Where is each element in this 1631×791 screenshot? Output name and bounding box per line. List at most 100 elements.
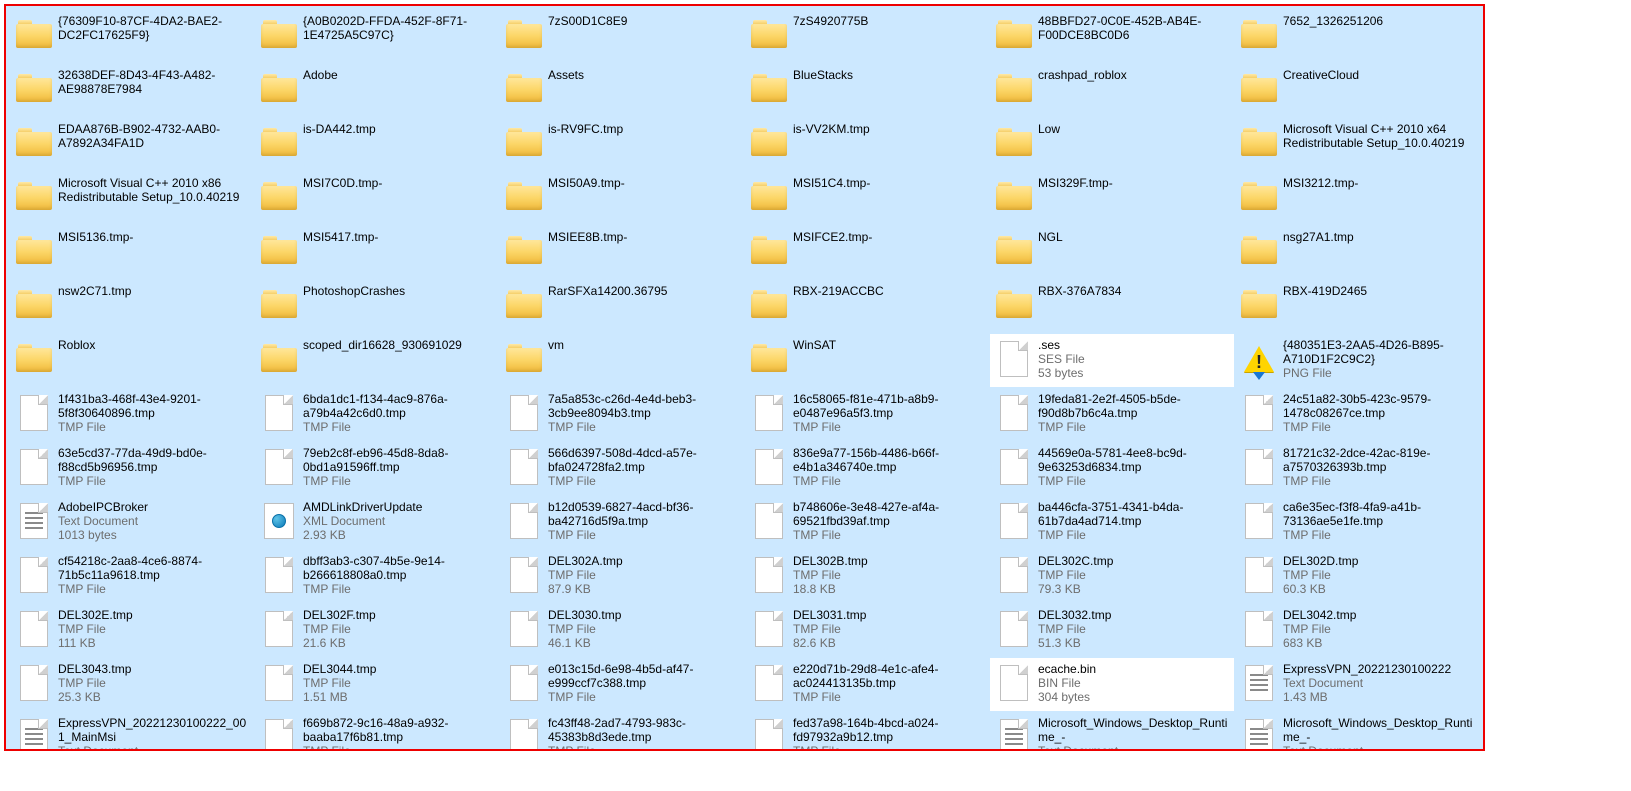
folder-icon xyxy=(506,344,542,374)
file-item[interactable]: 44569e0a-5781-4ee8-bc9d-9e63253d6834.tmp… xyxy=(990,442,1234,495)
file-item[interactable]: AMDLinkDriverUpdateXML Document2.93 KB xyxy=(255,496,499,549)
file-item[interactable]: b12d0539-6827-4acd-bf36-ba42716d5f9a.tmp… xyxy=(500,496,744,549)
file-item[interactable]: ca6e35ec-f3f8-4fa9-a41b-73136ae5e1fe.tmp… xyxy=(1235,496,1479,549)
file-item[interactable]: DEL302D.tmpTMP File60.3 KB xyxy=(1235,550,1479,603)
file-item[interactable]: DEL302B.tmpTMP File18.8 KB xyxy=(745,550,989,603)
item-name: Adobe xyxy=(303,68,495,82)
folder-item[interactable]: Roblox xyxy=(10,334,254,387)
file-item[interactable]: Microsoft_Windows_Desktop_Runtime_-_6.0.… xyxy=(990,712,1234,751)
folder-item[interactable]: EDAA876B-B902-4732-AAB0-A7892A34FA1D xyxy=(10,118,254,171)
folder-item[interactable]: MSI3212.tmp- xyxy=(1235,172,1479,225)
folder-item[interactable]: 48BBFD27-0C0E-452B-AB4E-F00DCE8BC0D6 xyxy=(990,10,1234,63)
file-item[interactable]: ecache.binBIN File304 bytes xyxy=(990,658,1234,711)
folder-item[interactable]: Microsoft Visual C++ 2010 x86 Redistribu… xyxy=(10,172,254,225)
file-item[interactable]: ExpressVPN_20221230100222_001_MainMsiTex… xyxy=(10,712,254,751)
file-item[interactable]: 81721c32-2dce-42ac-819e-a7570326393b.tmp… xyxy=(1235,442,1479,495)
file-item[interactable]: 19feda81-2e2f-4505-b5de-f90d8b7b6c4a.tmp… xyxy=(990,388,1234,441)
folder-item[interactable]: nsw2C71.tmp xyxy=(10,280,254,333)
folder-item[interactable]: MSI5417.tmp- xyxy=(255,226,499,279)
folder-item[interactable]: NGL xyxy=(990,226,1234,279)
folder-item[interactable]: MSI51C4.tmp- xyxy=(745,172,989,225)
file-item[interactable]: ExpressVPN_20221230100222Text Document1.… xyxy=(1235,658,1479,711)
folder-item[interactable]: nsg27A1.tmp xyxy=(1235,226,1479,279)
file-item[interactable]: DEL3042.tmpTMP File683 KB xyxy=(1235,604,1479,657)
file-item[interactable]: 63e5cd37-77da-49d9-bd0e-f88cd5b96956.tmp… xyxy=(10,442,254,495)
folder-item[interactable]: WinSAT xyxy=(745,334,989,387)
folder-item[interactable]: MSI50A9.tmp- xyxy=(500,172,744,225)
folder-item[interactable]: crashpad_roblox xyxy=(990,64,1234,117)
file-item[interactable]: 566d6397-508d-4dcd-a57e-bfa024728fa2.tmp… xyxy=(500,442,744,495)
file-item[interactable]: DEL3031.tmpTMP File82.6 KB xyxy=(745,604,989,657)
file-item[interactable]: AdobeIPCBrokerText Document1013 bytes xyxy=(10,496,254,549)
file-item[interactable]: cf54218c-2aa8-4ce6-8874-71b5c11a9618.tmp… xyxy=(10,550,254,603)
file-item[interactable]: !{480351E3-2AA5-4D26-B895-A710D1F2C9C2}P… xyxy=(1235,334,1479,387)
file-item[interactable]: ba446cfa-3751-4341-b4da-61b7da4ad714.tmp… xyxy=(990,496,1234,549)
file-icon xyxy=(265,719,293,751)
item-name: 19feda81-2e2f-4505-b5de-f90d8b7b6c4a.tmp xyxy=(1038,392,1230,420)
folder-item[interactable]: CreativeCloud xyxy=(1235,64,1479,117)
folder-item[interactable]: Low xyxy=(990,118,1234,171)
item-name: RBX-419D2465 xyxy=(1283,284,1475,298)
folder-item[interactable]: Assets xyxy=(500,64,744,117)
folder-item[interactable]: MSI329F.tmp- xyxy=(990,172,1234,225)
file-icon xyxy=(510,449,538,485)
item-type: TMP File xyxy=(303,582,495,596)
file-item[interactable]: DEL3043.tmpTMP File25.3 KB xyxy=(10,658,254,711)
file-item[interactable]: fc43ff48-2ad7-4793-983c-45383b8d3ede.tmp… xyxy=(500,712,744,751)
folder-item[interactable]: RBX-419D2465 xyxy=(1235,280,1479,333)
file-item[interactable]: e220d71b-29d8-4e1c-afe4-ac024413135b.tmp… xyxy=(745,658,989,711)
file-item[interactable]: 7a5a853c-c26d-4e4d-beb3-3cb9ee8094b3.tmp… xyxy=(500,388,744,441)
file-item[interactable]: DEL3032.tmpTMP File51.3 KB xyxy=(990,604,1234,657)
item-type: TMP File xyxy=(58,676,250,690)
folder-item[interactable]: is-RV9FC.tmp xyxy=(500,118,744,171)
item-name: e220d71b-29d8-4e1c-afe4-ac024413135b.tmp xyxy=(793,662,985,690)
folder-item[interactable]: is-VV2KM.tmp xyxy=(745,118,989,171)
folder-item[interactable]: 7652_1326251206 xyxy=(1235,10,1479,63)
file-item[interactable]: b748606e-3e48-427e-af4a-69521fbd39af.tmp… xyxy=(745,496,989,549)
folder-item[interactable]: Adobe xyxy=(255,64,499,117)
folder-item[interactable]: vm xyxy=(500,334,744,387)
folder-item[interactable]: is-DA442.tmp xyxy=(255,118,499,171)
file-item[interactable]: 79eb2c8f-eb96-45d8-8da8-0bd1a91596ff.tmp… xyxy=(255,442,499,495)
folder-item[interactable]: {76309F10-87CF-4DA2-BAE2-DC2FC17625F9} xyxy=(10,10,254,63)
folder-item[interactable]: 32638DEF-8D43-4F43-A482-AE98878E7984 xyxy=(10,64,254,117)
folder-item[interactable]: scoped_dir16628_930691029 xyxy=(255,334,499,387)
file-explorer-pane[interactable]: {76309F10-87CF-4DA2-BAE2-DC2FC17625F9}{A… xyxy=(4,4,1485,751)
file-item[interactable]: .sesSES File53 bytes xyxy=(990,334,1234,387)
folder-item[interactable]: RBX-219ACCBC xyxy=(745,280,989,333)
file-item[interactable]: DEL302F.tmpTMP File21.6 KB xyxy=(255,604,499,657)
folder-item[interactable]: BlueStacks xyxy=(745,64,989,117)
folder-item[interactable]: MSI7C0D.tmp- xyxy=(255,172,499,225)
file-item[interactable]: DEL302E.tmpTMP File111 KB xyxy=(10,604,254,657)
folder-item[interactable]: 7zS00D1C8E9 xyxy=(500,10,744,63)
file-item[interactable]: 1f431ba3-468f-43e4-9201-5f8f30640896.tmp… xyxy=(10,388,254,441)
file-item[interactable]: 16c58065-f81e-471b-a8b9-e0487e96a5f3.tmp… xyxy=(745,388,989,441)
item-name: f669b872-9c16-48a9-a932-baaba17f6b81.tmp xyxy=(303,716,495,744)
file-item[interactable]: fed37a98-164b-4bcd-a024-fd97932a9b12.tmp… xyxy=(745,712,989,751)
folder-item[interactable]: RarSFXa14200.36795 xyxy=(500,280,744,333)
file-item[interactable]: 24c51a82-30b5-423c-9579-1478c08267ce.tmp… xyxy=(1235,388,1479,441)
item-name: EDAA876B-B902-4732-AAB0-A7892A34FA1D xyxy=(58,122,250,150)
file-item[interactable]: Microsoft_Windows_Desktop_Runtime_-_6.0.… xyxy=(1235,712,1479,751)
file-icon xyxy=(510,395,538,431)
folder-item[interactable]: MSI5136.tmp- xyxy=(10,226,254,279)
folder-item[interactable]: 7zS4920775B xyxy=(745,10,989,63)
file-item[interactable]: DEL302A.tmpTMP File87.9 KB xyxy=(500,550,744,603)
folder-item[interactable]: {A0B0202D-FFDA-452F-8F71-1E4725A5C97C} xyxy=(255,10,499,63)
file-item[interactable]: DEL3044.tmpTMP File1.51 MB xyxy=(255,658,499,711)
file-item[interactable]: f669b872-9c16-48a9-a932-baaba17f6b81.tmp… xyxy=(255,712,499,751)
item-name: AdobeIPCBroker xyxy=(58,500,250,514)
file-item[interactable]: 6bda1dc1-f134-4ac9-876a-a79b4a42c6d0.tmp… xyxy=(255,388,499,441)
file-item[interactable]: DEL3030.tmpTMP File46.1 KB xyxy=(500,604,744,657)
file-item[interactable]: dbff3ab3-c307-4b5e-9e14-b266618808a0.tmp… xyxy=(255,550,499,603)
folder-item[interactable]: MSIFCE2.tmp- xyxy=(745,226,989,279)
folder-item[interactable]: Microsoft Visual C++ 2010 x64 Redistribu… xyxy=(1235,118,1479,171)
file-item[interactable]: DEL302C.tmpTMP File79.3 KB xyxy=(990,550,1234,603)
folder-item[interactable]: PhotoshopCrashes xyxy=(255,280,499,333)
file-item[interactable]: 836e9a77-156b-4486-b66f-e4b1a346740e.tmp… xyxy=(745,442,989,495)
file-item[interactable]: e013c15d-6e98-4b5d-af47-e999ccf7c388.tmp… xyxy=(500,658,744,711)
folder-item[interactable]: MSIEE8B.tmp- xyxy=(500,226,744,279)
item-type: TMP File xyxy=(58,474,250,488)
folder-item[interactable]: RBX-376A7834 xyxy=(990,280,1234,333)
item-type: XML Document xyxy=(303,514,495,528)
